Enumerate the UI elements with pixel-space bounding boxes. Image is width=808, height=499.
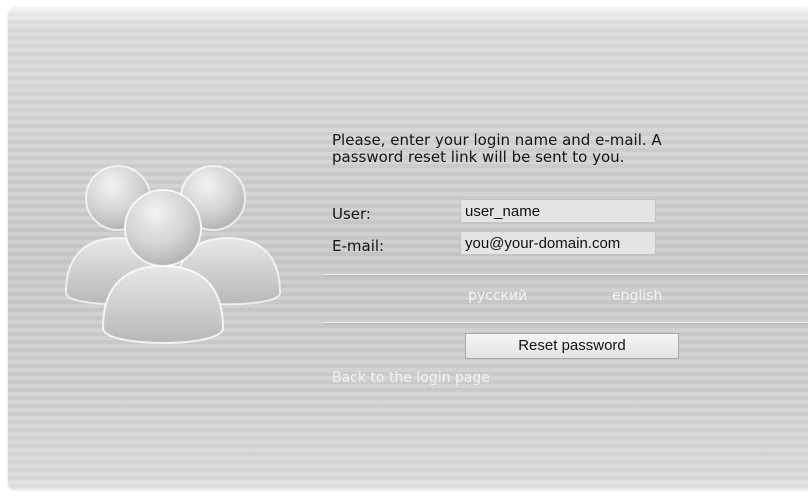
email-label: E-mail: — [332, 237, 385, 255]
back-to-login-link[interactable]: Back to the login page — [332, 370, 490, 386]
instructions-line-2: password reset link will be sent to you. — [332, 148, 625, 166]
user-name-input[interactable] — [460, 199, 656, 223]
divider-bottom — [324, 322, 808, 324]
divider-top — [324, 274, 808, 276]
language-link-english[interactable]: english — [612, 288, 662, 304]
instructions-line-1: Please, enter your login name and e-mail… — [332, 131, 662, 149]
email-input[interactable] — [460, 231, 656, 255]
instructions-text: Please, enter your login name and e-mail… — [332, 132, 802, 166]
user-label: User: — [332, 205, 371, 223]
language-link-russian[interactable]: русский — [468, 288, 527, 304]
user-group-icon — [64, 165, 282, 344]
password-reset-panel: Please, enter your login name and e-mail… — [8, 8, 808, 490]
reset-password-button[interactable]: Reset password — [465, 333, 679, 359]
